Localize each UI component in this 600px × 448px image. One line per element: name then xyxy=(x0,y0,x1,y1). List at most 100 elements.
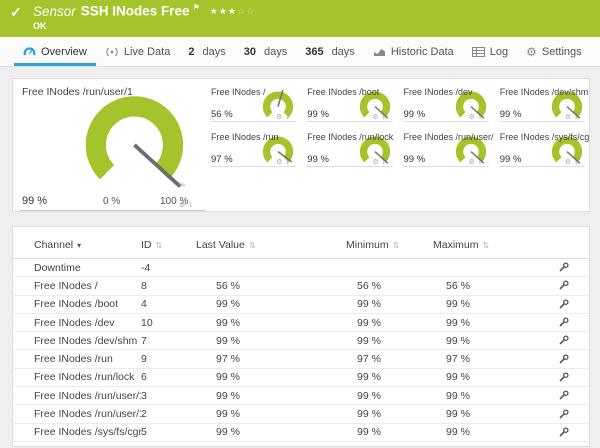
gauge-cell-dev-shm[interactable]: Free INodes /dev/shm 99 % ⚙⇂ xyxy=(495,83,591,128)
last-value: 56 % xyxy=(196,280,346,292)
channel-name: Free INodes /run/user/1 xyxy=(34,390,141,402)
channel-settings-wrench-icon[interactable] xyxy=(558,335,569,346)
tab-2-days[interactable]: 2 days xyxy=(179,37,234,66)
stars-filled: ★★★ xyxy=(210,6,237,16)
channel-name: Free INodes /run xyxy=(34,353,141,365)
channel-settings-wrench-icon[interactable] xyxy=(558,372,569,383)
channel-settings-wrench-icon[interactable] xyxy=(558,280,569,291)
maximum-value: 99 % xyxy=(433,371,525,383)
gauge-cell-root[interactable]: Free INodes / 56 % ⚙⇂ xyxy=(206,83,302,128)
maximum-value: 99 % xyxy=(433,408,525,420)
maximum-value: 99 % xyxy=(433,390,525,402)
tab-365-days[interactable]: 365 days xyxy=(296,37,364,66)
gauge-value: 99 % xyxy=(307,109,329,120)
tab-2-days-number: 2 xyxy=(188,46,194,58)
gauge-value: 56 % xyxy=(211,109,233,120)
tab-historic-data[interactable]: Historic Data xyxy=(364,37,463,66)
column-header-channel[interactable]: Channel▾ xyxy=(34,239,141,251)
table-row: Free INodes /run/lock 6 99 % 99 % 99 % xyxy=(13,369,589,387)
channel-settings-wrench-icon[interactable] xyxy=(558,299,569,310)
table-header-row: Channel▾ ID⇅ Last Value⇅ Minimum⇅ Maximu… xyxy=(13,232,589,259)
minimum-value: 99 % xyxy=(346,408,433,420)
gauge-value: 99 % xyxy=(404,154,426,165)
sort-icon: ⇅ xyxy=(156,241,163,250)
channels-table-panel: Channel▾ ID⇅ Last Value⇅ Minimum⇅ Maximu… xyxy=(12,226,590,447)
gauge-unit-mark: % xyxy=(179,182,185,189)
gauge-cell-run-user[interactable]: Free INodes /run/user/ 99 % ⚙⇂ xyxy=(399,128,495,173)
tab-overview-label: Overview xyxy=(41,46,87,58)
channel-name: Free INodes /run/lock xyxy=(34,371,141,383)
column-header-maximum[interactable]: Maximum⇅ xyxy=(433,239,525,251)
tab-30-days[interactable]: 30 days xyxy=(235,37,297,66)
sensor-header: ✓ SensorSSH INodes Free⚑★★★☆☆ OK xyxy=(0,0,600,37)
chart-icon xyxy=(373,46,386,57)
object-kind-label: Sensor xyxy=(33,4,76,19)
gauge-value: 99 % xyxy=(500,154,522,165)
table-row: Downtime -4 xyxy=(13,259,589,277)
tab-overview[interactable]: Overview xyxy=(14,37,96,66)
gauge-icon xyxy=(23,46,36,57)
channel-id: 9 xyxy=(141,353,196,365)
status-ok-icon: ✓ xyxy=(10,4,22,21)
gauge-value: 99 % xyxy=(404,109,426,120)
gauge-title: Free INodes /run/lock xyxy=(307,132,393,142)
maximum-value: 99 % xyxy=(433,298,525,310)
minimum-value: 97 % xyxy=(346,353,433,365)
tab-log[interactable]: Log xyxy=(463,37,517,66)
tab-30-days-number: 30 xyxy=(244,46,256,58)
gauge-title: Free INodes /run xyxy=(211,132,279,142)
channel-id: 8 xyxy=(141,280,196,292)
gauge-title: Free INodes /sys/fs/cg xyxy=(500,132,590,142)
tab-live-data[interactable]: Live Data xyxy=(96,37,179,66)
priority-stars[interactable]: ★★★☆☆ xyxy=(210,6,255,16)
maximum-value: 97 % xyxy=(433,353,525,365)
channel-settings-wrench-icon[interactable] xyxy=(558,427,569,438)
divider xyxy=(20,210,206,211)
gauge-cell-dev[interactable]: Free INodes /dev 99 % ⚙⇂ xyxy=(399,83,495,128)
table-row: Free INodes /dev 10 99 % 99 % 99 % xyxy=(13,314,589,332)
channel-id: 7 xyxy=(141,335,196,347)
sensor-title-line: Sensor SSH INodes Free⚑ ★★★☆☆ xyxy=(33,3,255,19)
column-header-minimum[interactable]: Minimum⇅ xyxy=(346,239,433,251)
tab-365-days-label: days xyxy=(332,46,355,58)
gauge-gear-pin-icons[interactable]: ⚙⇂ xyxy=(179,202,195,209)
channel-id: 10 xyxy=(141,317,196,329)
gauge-cell-sys-fs-cg[interactable]: Free INodes /sys/fs/cg 99 % ⚙⇂ xyxy=(495,128,591,173)
last-value: 99 % xyxy=(196,408,346,420)
primary-gauge-value: 99 % xyxy=(22,195,47,207)
channel-settings-wrench-icon[interactable] xyxy=(558,354,569,365)
maximum-value: 99 % xyxy=(433,426,525,438)
gear-icon: ⚙ xyxy=(526,46,537,58)
sort-desc-icon: ▾ xyxy=(77,241,81,250)
channel-settings-wrench-icon[interactable] xyxy=(558,390,569,401)
channel-id: 3 xyxy=(141,390,196,402)
channel-id: 6 xyxy=(141,371,196,383)
gauge-cell-boot[interactable]: Free INodes /boot 99 % ⚙⇂ xyxy=(302,83,398,128)
tab-settings[interactable]: ⚙ Settings xyxy=(517,37,591,66)
primary-gauge[interactable]: Free INodes /run/user/1 % 99 % 0 % 100 %… xyxy=(13,79,206,213)
page-title: SSH INodes Free xyxy=(81,4,190,19)
maximum-value: 99 % xyxy=(433,335,525,347)
tab-live-data-label: Live Data xyxy=(124,46,170,58)
channel-name: Free INodes /run/user/1 xyxy=(34,408,141,420)
prtg-sensor-page: ✓ SensorSSH INodes Free⚑★★★☆☆ OK Overvie… xyxy=(0,0,600,448)
channel-name: Free INodes /sys/fs/cgr... xyxy=(34,426,141,438)
gauge-cell-run[interactable]: Free INodes /run 97 % ⚙⇂ xyxy=(206,128,302,173)
gauge-title: Free INodes /boot xyxy=(307,87,379,97)
gauges-panel: Free INodes /run/user/1 % 99 % 0 % 100 %… xyxy=(12,78,590,212)
channel-settings-wrench-icon[interactable] xyxy=(558,317,569,328)
gauge-title: Free INodes /dev/shm xyxy=(500,87,589,97)
column-header-last-value[interactable]: Last Value⇅ xyxy=(196,239,346,251)
stars-empty: ☆☆ xyxy=(237,6,255,16)
gauge-title: Free INodes / xyxy=(211,87,266,97)
gauge-value: 99 % xyxy=(307,154,329,165)
tab-2-days-label: days xyxy=(202,46,225,58)
gauge-cell-run-lock[interactable]: Free INodes /run/lock 99 % ⚙⇂ xyxy=(302,128,398,173)
last-value: 97 % xyxy=(196,353,346,365)
channel-settings-wrench-icon[interactable] xyxy=(558,262,569,273)
column-header-id[interactable]: ID⇅ xyxy=(141,239,196,251)
flag-icon[interactable]: ⚑ xyxy=(193,3,200,12)
channel-name: Free INodes /boot xyxy=(34,298,141,310)
channel-settings-wrench-icon[interactable] xyxy=(558,409,569,420)
last-value: 99 % xyxy=(196,317,346,329)
